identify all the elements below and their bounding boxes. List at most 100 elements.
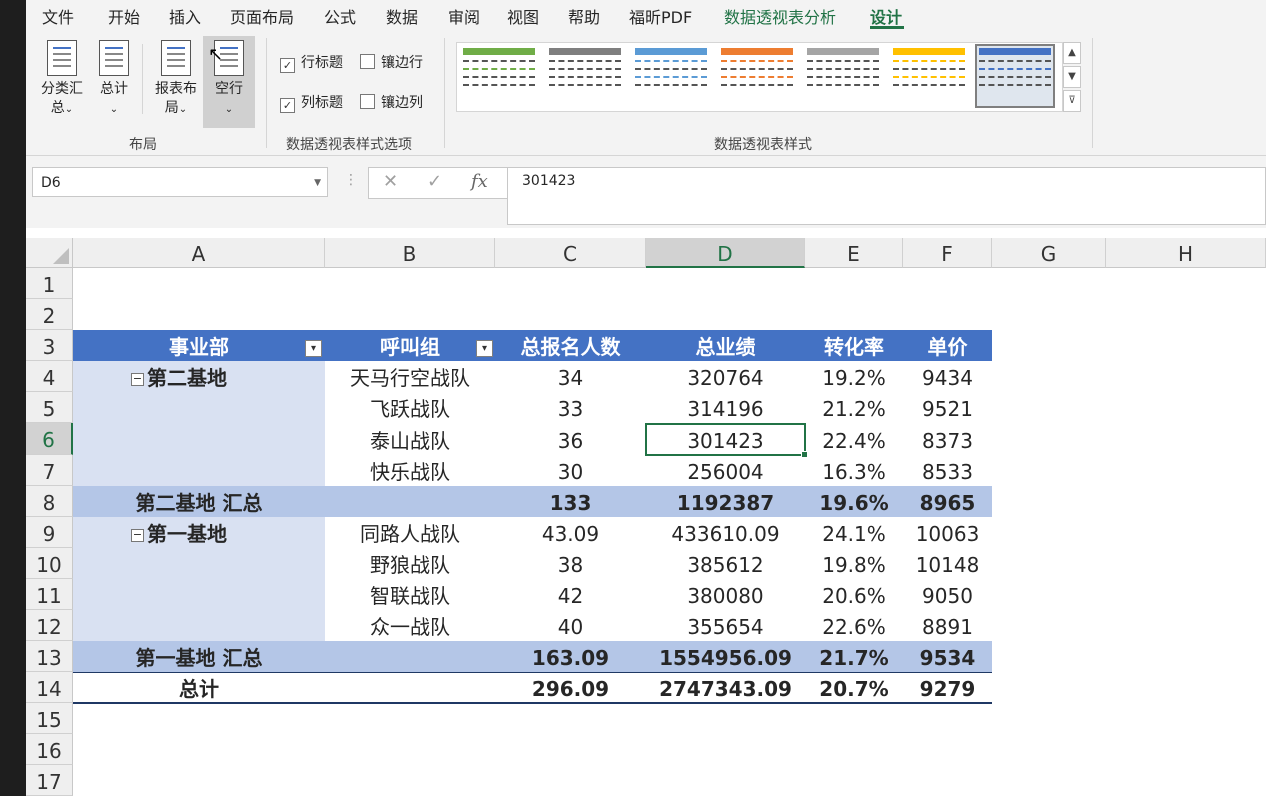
gallery-more-icon[interactable]: ⊽ <box>1063 90 1081 112</box>
banded-cols-label: 镶边列 <box>381 95 423 111</box>
tab-view[interactable]: 视图 <box>507 4 539 28</box>
tab-data[interactable]: 数据 <box>386 4 418 28</box>
style-swatch[interactable] <box>719 46 795 106</box>
row-header[interactable]: 16 <box>26 734 73 765</box>
row-header[interactable]: 14 <box>26 672 73 703</box>
team-amount: 355654 <box>687 615 764 639</box>
row-header[interactable]: 12 <box>26 610 73 641</box>
grand-totals-label: 总计 <box>100 81 128 97</box>
chevron-down-icon[interactable]: ▼ <box>314 168 321 198</box>
tab-file[interactable]: 文件 <box>42 4 74 28</box>
column-header-d[interactable]: D <box>646 238 805 268</box>
subtotals-button[interactable]: 分类汇 总⌄ <box>36 40 88 119</box>
collapse-icon[interactable]: − <box>131 373 144 386</box>
style-swatch[interactable] <box>891 46 967 106</box>
style-swatch[interactable] <box>461 46 537 106</box>
group-label-base-1[interactable]: − 第一基地 <box>131 517 227 548</box>
function-icon[interactable]: fx <box>471 171 488 192</box>
row-header[interactable]: 5 <box>26 392 73 423</box>
gallery-scroll-up-icon[interactable]: ▲ <box>1063 42 1081 64</box>
report-layout-button[interactable]: 报表布 局⌄ <box>150 40 202 119</box>
row-header[interactable]: 17 <box>26 765 73 796</box>
group-name: 第二基地 <box>147 366 227 390</box>
tab-design[interactable]: 设计 <box>870 4 902 28</box>
tab-formulas[interactable]: 公式 <box>324 4 356 28</box>
tab-insert[interactable]: 插入 <box>169 4 201 28</box>
row-header[interactable]: 4 <box>26 361 73 392</box>
name-box[interactable]: D6 ▼ <box>32 167 328 197</box>
banded-cols-checkbox[interactable]: 镶边列 <box>360 92 423 112</box>
team-price: 8373 <box>922 429 973 453</box>
tab-foxit-pdf[interactable]: 福昕PDF <box>629 4 692 28</box>
divider <box>266 38 267 148</box>
left-edge-bar <box>0 0 26 796</box>
team-count: 40 <box>557 615 584 639</box>
tab-review[interactable]: 审阅 <box>448 4 480 28</box>
active-cell-d6[interactable] <box>645 423 808 458</box>
divider <box>142 44 143 114</box>
tab-page-layout[interactable]: 页面布局 <box>230 4 294 28</box>
subtotal-amount: 1554956.09 <box>659 646 792 670</box>
row-header[interactable]: 7 <box>26 455 73 486</box>
banded-rows-checkbox[interactable]: 镶边行 <box>360 52 423 72</box>
row-header[interactable]: 15 <box>26 703 73 734</box>
filter-dropdown-icon[interactable]: ▾ <box>476 340 493 357</box>
row-header[interactable]: 8 <box>26 486 73 517</box>
ribbon-tabs: 文件 开始 插入 页面布局 公式 数据 审阅 视图 帮助 福昕PDF 数据透视表… <box>26 0 1266 30</box>
row-header[interactable]: 3 <box>26 330 73 361</box>
divider <box>444 38 445 148</box>
grand-totals-button[interactable]: 总计 ⌄ <box>92 40 136 119</box>
column-header-a[interactable]: A <box>73 238 325 268</box>
column-header-g[interactable]: G <box>992 238 1106 268</box>
style-swatch[interactable] <box>633 46 709 106</box>
team-count: 36 <box>557 429 584 453</box>
team-amount: 320764 <box>687 366 764 390</box>
group-label-base-2[interactable]: − 第二基地 <box>131 361 227 392</box>
team-amount: 433610.09 <box>671 522 780 546</box>
col-headers-checkbox[interactable]: ✓ 列标题 <box>280 92 343 113</box>
row-headers-checkbox[interactable]: ✓ 行标题 <box>280 52 343 73</box>
team-rate: 22.6% <box>822 615 886 639</box>
team-count: 34 <box>557 366 584 390</box>
subtotals-label-1: 分类汇 <box>41 81 83 97</box>
row-header-selected[interactable]: 6 <box>26 423 73 455</box>
team-rate: 21.2% <box>822 397 886 421</box>
pivot-header-price: 单价 <box>927 335 968 359</box>
team-count: 42 <box>557 584 584 608</box>
row-header[interactable]: 1 <box>26 268 73 299</box>
pivot-header-count: 总报名人数 <box>520 335 621 359</box>
row-header[interactable]: 11 <box>26 579 73 610</box>
tab-pivot-analyze[interactable]: 数据透视表分析 <box>724 4 836 28</box>
grand-total-amount: 2747343.09 <box>659 677 792 701</box>
style-swatch-selected[interactable] <box>975 44 1055 108</box>
tab-help[interactable]: 帮助 <box>568 4 600 28</box>
formula-input[interactable]: 301423 <box>507 167 1266 225</box>
report-layout-icon <box>161 40 191 76</box>
subtotal-price: 8965 <box>919 491 976 515</box>
more-options-icon: ⋮ <box>344 172 358 188</box>
team-count: 33 <box>557 397 584 421</box>
select-all-corner[interactable] <box>26 238 73 268</box>
collapse-icon[interactable]: − <box>131 529 144 542</box>
style-swatch[interactable] <box>547 46 623 106</box>
column-header-c[interactable]: C <box>495 238 646 268</box>
gallery-scroll-down-icon[interactable]: ▼ <box>1063 66 1081 88</box>
pivot-header-group: 呼叫组 <box>380 335 440 359</box>
style-swatch[interactable] <box>805 46 881 106</box>
cancel-icon[interactable]: ✕ <box>383 171 398 192</box>
row-header[interactable]: 9 <box>26 517 73 548</box>
team-rate: 24.1% <box>822 522 886 546</box>
row-header[interactable]: 13 <box>26 641 73 672</box>
column-header-h[interactable]: H <box>1106 238 1266 268</box>
tab-home[interactable]: 开始 <box>108 4 140 28</box>
filter-dropdown-icon[interactable]: ▾ <box>305 340 322 357</box>
subtotals-label-2: 总 <box>50 100 65 116</box>
team-amount: 256004 <box>687 460 764 484</box>
enter-icon[interactable]: ✓ <box>427 171 442 192</box>
column-header-b[interactable]: B <box>325 238 495 268</box>
column-header-e[interactable]: E <box>805 238 903 268</box>
subtotal-price: 9534 <box>919 646 976 670</box>
row-header[interactable]: 10 <box>26 548 73 579</box>
row-header[interactable]: 2 <box>26 299 73 330</box>
column-header-f[interactable]: F <box>903 238 992 268</box>
